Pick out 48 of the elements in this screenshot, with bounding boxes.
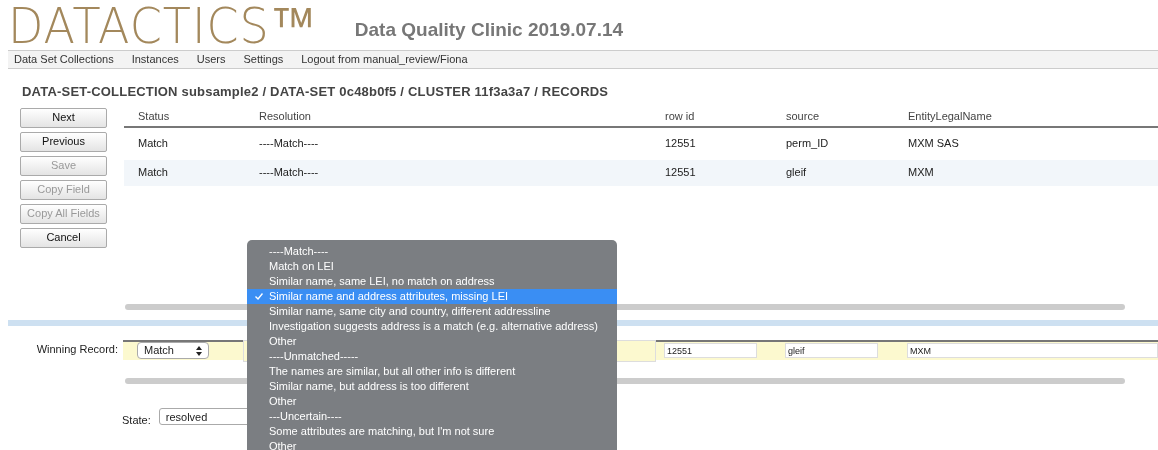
- menu-option[interactable]: Match on LEI: [247, 259, 617, 274]
- menu-option[interactable]: Other: [247, 439, 617, 450]
- table-row[interactable]: Match ----Match---- 12551 gleif MXM: [124, 159, 1158, 186]
- menu-option[interactable]: Similar name and address attributes, missing LEI: [247, 289, 617, 304]
- stepper-icon: [196, 345, 202, 356]
- winning-record-label: Winning Record:: [35, 342, 119, 358]
- table-cell: perm_ID: [786, 137, 829, 150]
- action-button[interactable]: Previous: [20, 131, 107, 152]
- source-field[interactable]: gleif: [785, 343, 878, 358]
- nav-link[interactable]: Data Set Collections: [14, 51, 114, 68]
- status-select[interactable]: Match: [137, 342, 209, 359]
- row-id-field[interactable]: 12551: [664, 343, 757, 358]
- menu-option[interactable]: Some attributes are matching, but I'm not sure: [247, 424, 617, 439]
- entity-legal-name-field[interactable]: MXM: [907, 343, 1158, 358]
- table-cell: Match: [138, 166, 168, 179]
- table-cell: Match: [138, 137, 168, 150]
- breadcrumb: DATA-SET-COLLECTION subsample2 / DATA-SET 0c48b0f5 / CLUSTER 11f3a3a7 / RECORDS: [22, 83, 610, 101]
- logo: DATACTICS™: [8, 0, 317, 51]
- column-header: row id: [665, 110, 695, 123]
- menu-option[interactable]: ----Unmatched-----: [247, 349, 617, 364]
- table-cell: MXM: [908, 166, 934, 179]
- table-cell: gleif: [786, 166, 807, 179]
- nav-link[interactable]: Instances: [131, 51, 179, 68]
- menu-option[interactable]: Other: [247, 334, 617, 349]
- state-label: State:: [122, 412, 151, 428]
- table-cell: MXM SAS: [908, 137, 959, 150]
- table-cell: 12551: [665, 166, 696, 179]
- action-button[interactable]: Cancel: [20, 227, 107, 248]
- menu-option[interactable]: The names are similar, but all other info is different: [247, 364, 617, 379]
- column-header: Resolution: [259, 110, 311, 123]
- menu-option[interactable]: ----Match----: [247, 244, 617, 259]
- column-header: EntityLegalName: [908, 110, 992, 123]
- column-header: source: [786, 110, 820, 123]
- action-button[interactable]: Next: [20, 107, 107, 128]
- page-title: Data Quality Clinic 2019.07.14: [354, 17, 624, 42]
- table-cell: ----Match----: [259, 166, 319, 179]
- menu-option[interactable]: Similar name, same LEI, no match on address: [247, 274, 617, 289]
- menu-option[interactable]: Similar name, same city and country, different addressline: [247, 304, 617, 319]
- nav-link[interactable]: Settings: [243, 51, 284, 68]
- menu-option[interactable]: Investigation suggests address is a match (e.g. alternative address): [247, 319, 617, 334]
- table-cell: 12551: [665, 137, 696, 150]
- checkmark-icon: [255, 293, 263, 300]
- column-header: Status: [138, 110, 170, 123]
- nav-link[interactable]: Logout from manual_review/Fiona: [301, 51, 468, 68]
- table-cell: ----Match----: [259, 137, 319, 150]
- menu-option[interactable]: Similar name, but address is too different: [247, 379, 617, 394]
- menu-option[interactable]: Other: [247, 394, 617, 409]
- nav-link[interactable]: Users: [196, 51, 226, 68]
